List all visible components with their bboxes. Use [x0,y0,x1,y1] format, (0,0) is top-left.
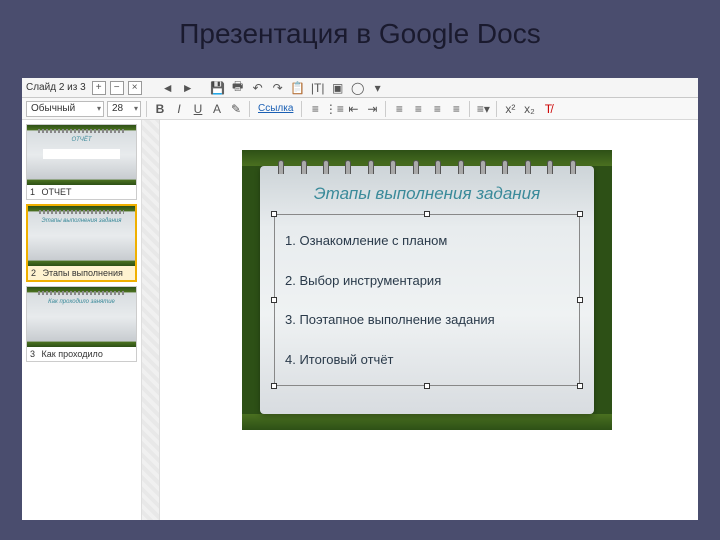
thumb-label: 3 Как проходило [27,347,136,361]
slide-title[interactable]: Этапы выполнения задания [280,184,574,204]
bullet-list-icon[interactable]: ⋮≡ [326,101,342,117]
resize-handle[interactable] [424,383,430,389]
subscript-icon[interactable]: x₂ [521,101,537,117]
numbered-list-icon[interactable]: ≡ [307,101,323,117]
list-item: 1. Ознакомление с планом [285,233,569,248]
print-icon[interactable]: 🖶 [230,80,246,96]
thumb-num: 3 [30,349,35,359]
slide-thumb-2[interactable]: Этапы выполнения задания 2 Этапы выполне… [26,204,137,282]
spiral-binding [270,160,584,174]
thumb-title: ОТЧЁТ [27,137,136,143]
outdent-icon[interactable]: ⇤ [345,101,361,117]
resize-handle[interactable] [271,383,277,389]
zoom-in-button[interactable]: + [92,81,106,95]
close-button[interactable]: × [128,81,142,95]
thumb-preview: Как проходило занятие [27,287,136,347]
zoom-out-button[interactable]: − [110,81,124,95]
resize-handle[interactable] [424,211,430,217]
thumb-title: Как проходило занятие [27,299,136,305]
clipboard-icon[interactable]: 📋 [290,80,306,96]
thumb-preview: ОТЧЁТ [27,125,136,185]
thumb-preview: Этапы выполнения задания [28,206,135,266]
list-item: 3. Поэтапное выполнение задания [285,312,569,327]
image-icon[interactable]: ▣ [330,80,346,96]
thumb-label: 2 Этапы выполнения [28,266,135,280]
statusbar: Слайд 2 из 3 + − × ◄ ► 💾 🖶 ↶ ↷ 📋 |T| ▣ ◯… [22,78,698,98]
style-dropdown[interactable]: Обычный [26,101,104,117]
slide-counter: Слайд 2 из 3 [26,82,86,93]
slide-thumb-1[interactable]: ОТЧЁТ 1 ОТЧЕТ [26,124,137,200]
align-right-icon[interactable]: ≡ [429,101,445,117]
resize-handle[interactable] [577,297,583,303]
resize-handle[interactable] [271,297,277,303]
current-slide[interactable]: Этапы выполнения задания 1. Ознакомление… [242,150,612,430]
thumb-num: 1 [30,187,35,197]
app-window: Слайд 2 из 3 + − × ◄ ► 💾 🖶 ↶ ↷ 📋 |T| ▣ ◯… [22,78,698,520]
thumb-caption: ОТЧЕТ [42,187,72,197]
content-textbox[interactable]: 1. Ознакомление с планом 2. Выбор инстру… [274,214,580,386]
thumb-caption: Как проходило [42,349,103,359]
shape-icon[interactable]: ◯ [350,80,366,96]
more-icon[interactable]: ▾ [370,80,386,96]
resize-handle[interactable] [577,211,583,217]
thumb-box [43,149,119,159]
format-toolbar: Обычный 28 B I U A ✎ Ссылка ≡ ⋮≡ ⇤ ⇥ ≡ ≡… [22,98,698,120]
align-justify-icon[interactable]: ≡ [448,101,464,117]
italic-icon[interactable]: I [171,101,187,117]
body-area: ОТЧЁТ 1 ОТЧЕТ Этапы выполнения задания 2… [22,120,698,520]
slide-canvas[interactable]: Этапы выполнения задания 1. Ознакомление… [160,120,698,520]
indent-icon[interactable]: ⇥ [364,101,380,117]
resize-handle[interactable] [271,211,277,217]
prev-icon[interactable]: ◄ [160,80,176,96]
save-icon[interactable]: 💾 [210,80,226,96]
line-spacing-icon[interactable]: ≡▾ [475,101,491,117]
bg-grass-bottom [242,414,612,430]
list-item: 2. Выбор инструментария [285,273,569,288]
underline-icon[interactable]: U [190,101,206,117]
page-title: Презентация в Google Docs [0,0,720,64]
ruler-area [142,120,160,520]
superscript-icon[interactable]: x² [502,101,518,117]
align-center-icon[interactable]: ≡ [410,101,426,117]
undo-icon[interactable]: ↶ [250,80,266,96]
highlight-icon[interactable]: ✎ [228,101,244,117]
thumb-num: 2 [31,268,36,278]
text-tool-icon[interactable]: |T| [310,80,326,96]
thumb-caption: Этапы выполнения [43,268,123,278]
fontsize-dropdown[interactable]: 28 [107,101,141,117]
slide-thumb-3[interactable]: Как проходило занятие 3 Как проходило [26,286,137,362]
align-left-icon[interactable]: ≡ [391,101,407,117]
thumb-label: 1 ОТЧЕТ [27,185,136,199]
slide-panel: ОТЧЁТ 1 ОТЧЕТ Этапы выполнения задания 2… [22,120,142,520]
list-item: 4. Итоговый отчёт [285,352,569,367]
resize-handle[interactable] [577,383,583,389]
bold-icon[interactable]: B [152,101,168,117]
notepad-bg: Этапы выполнения задания 1. Ознакомление… [260,166,594,414]
text-color-icon[interactable]: A [209,101,225,117]
next-icon[interactable]: ► [180,80,196,96]
redo-icon[interactable]: ↷ [270,80,286,96]
link-button[interactable]: Ссылка [255,103,296,114]
thumb-title: Этапы выполнения задания [28,218,135,224]
clear-format-icon[interactable]: T̸ [540,101,556,117]
